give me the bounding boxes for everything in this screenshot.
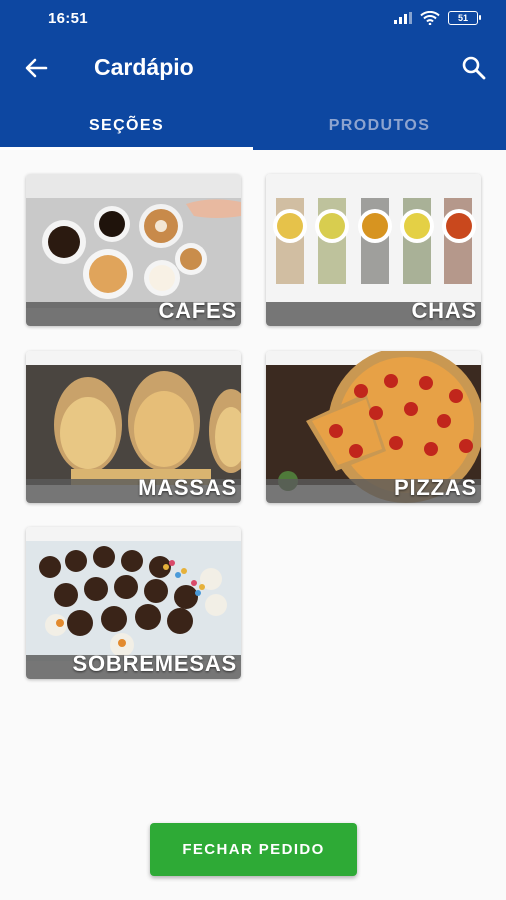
- app-bar: 16:51 51 Cardápio SEÇÕES PRODUTOS: [0, 0, 506, 150]
- search-icon: [462, 56, 486, 80]
- status-icons: 51: [394, 9, 481, 27]
- section-card-sobremesas[interactable]: SOBREMESAS: [26, 527, 241, 679]
- back-button[interactable]: [22, 54, 52, 82]
- section-label: CHAS: [411, 298, 477, 323]
- section-card-pizzas[interactable]: PIZZAS: [266, 351, 481, 503]
- section-label: SOBREMESAS: [72, 651, 237, 676]
- status-time: 16:51: [48, 10, 88, 27]
- section-card-cafes[interactable]: CAFES: [26, 174, 241, 326]
- fechar-pedido-button[interactable]: FECHAR PEDIDO: [150, 823, 357, 876]
- section-label: PIZZAS: [393, 475, 477, 500]
- battery-icon: 51: [448, 11, 481, 25]
- battery-level: 51: [457, 13, 468, 23]
- section-label: MASSAS: [138, 475, 237, 500]
- section-label: CAFES: [158, 298, 237, 323]
- tab-indicator: [0, 147, 253, 150]
- wifi-icon: [420, 11, 440, 25]
- section-card-chas[interactable]: CHAS: [266, 174, 481, 326]
- signal-icon: [394, 12, 412, 24]
- section-card-massas[interactable]: MASSAS: [26, 351, 241, 503]
- tab-produtos[interactable]: PRODUTOS: [253, 102, 506, 150]
- status-bar: 16:51 51: [0, 0, 506, 36]
- tab-secoes[interactable]: SEÇÕES: [0, 102, 253, 150]
- search-button[interactable]: [460, 54, 488, 82]
- arrow-left-icon: [25, 58, 48, 78]
- page-title: Cardápio: [94, 54, 194, 80]
